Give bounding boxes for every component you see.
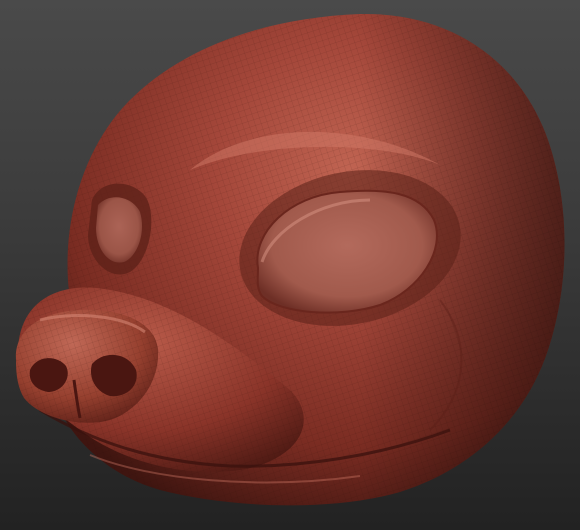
sculpt-viewport[interactable] <box>0 0 580 530</box>
model-render <box>15 13 565 506</box>
